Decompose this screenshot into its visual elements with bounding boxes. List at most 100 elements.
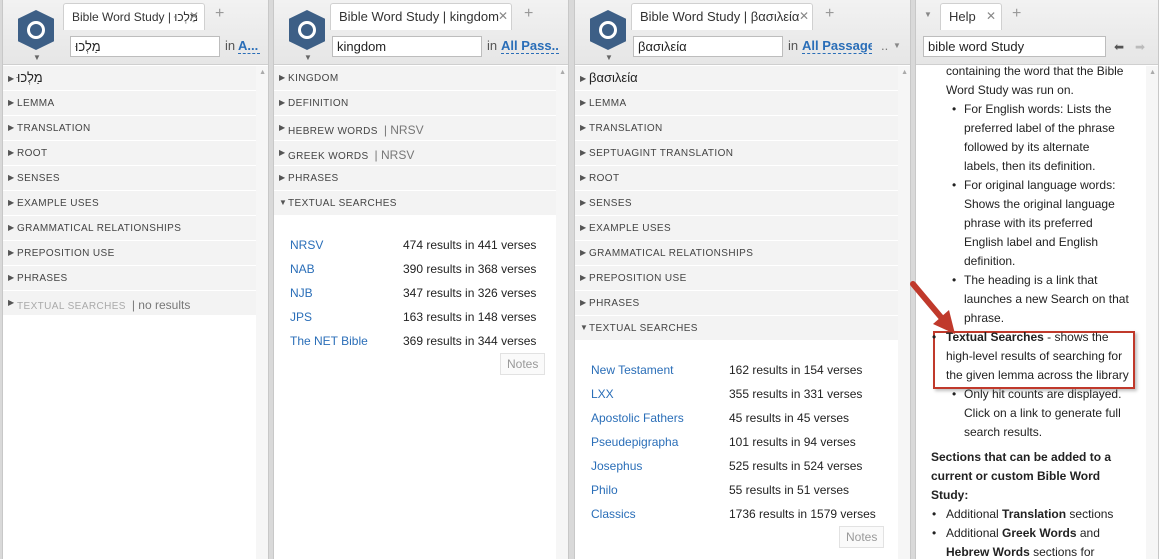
collapse-triangle-icon[interactable]: ▶	[8, 173, 15, 182]
add-tab-icon[interactable]: +	[825, 5, 834, 23]
section-header-phrases[interactable]: ▶ PHRASES	[3, 266, 268, 291]
logos-logo-icon[interactable]	[590, 10, 626, 50]
section-header-textual-searches[interactable]: ▶ TEXTUAL SEARCHES | no results	[3, 291, 268, 316]
section-header-textual-searches[interactable]: ▼ TEXTUAL SEARCHES	[575, 316, 910, 341]
section-header-root[interactable]: ▶ ROOT	[575, 166, 910, 191]
result-link[interactable]: Apostolic Fathers	[591, 411, 684, 425]
result-link[interactable]: New Testament	[591, 363, 673, 377]
section-header-kingdom[interactable]: ▶ KINGDOM	[274, 66, 568, 91]
collapse-triangle-icon[interactable]: ▶	[8, 198, 15, 207]
menu-caret-icon[interactable]: ▼	[33, 53, 41, 62]
section-header-translation[interactable]: ▶ TRANSLATION	[575, 116, 910, 141]
add-tab-icon[interactable]: +	[1012, 5, 1021, 23]
passage-range-dropdown[interactable]: All Passages	[802, 38, 872, 54]
result-link[interactable]: NRSV	[290, 238, 323, 252]
close-tab-icon[interactable]: ✕	[498, 9, 508, 23]
menu-caret-icon[interactable]: ▼	[605, 53, 613, 62]
collapse-triangle-icon[interactable]: ▶	[580, 223, 587, 232]
expand-triangle-icon[interactable]: ▼	[279, 198, 287, 207]
add-tab-icon[interactable]: +	[215, 5, 224, 23]
notes-button[interactable]: Notes	[839, 526, 885, 548]
section-header-example-uses[interactable]: ▶ EXAMPLE USES	[3, 191, 268, 216]
section-header-translation[interactable]: ▶ TRANSLATION	[3, 116, 268, 141]
menu-caret-icon[interactable]: ▼	[304, 53, 312, 62]
result-link[interactable]: Classics	[591, 507, 636, 521]
section-header-hebrew-words[interactable]: ▶ HEBREW WORDS | NRSV	[274, 116, 568, 141]
scroll-up-icon[interactable]: ▲	[559, 69, 566, 76]
back-arrow-icon[interactable]: ⬅	[1114, 40, 1124, 54]
result-link[interactable]: Josephus	[591, 459, 642, 473]
collapse-triangle-icon[interactable]: ▶	[580, 74, 586, 83]
collapse-triangle-icon[interactable]: ▶	[8, 148, 15, 157]
passage-range-dropdown[interactable]: A...	[238, 38, 260, 54]
close-tab-icon[interactable]: ✕	[986, 9, 996, 23]
tab-bible-word-study-basileia[interactable]: Bible Word Study | βασιλεία	[631, 3, 813, 30]
collapse-triangle-icon[interactable]: ▶	[8, 298, 15, 307]
section-header-definition[interactable]: ▶ DEFINITION	[274, 91, 568, 116]
close-tab-icon[interactable]: ✕	[799, 9, 809, 23]
result-link[interactable]: LXX	[591, 387, 614, 401]
collapse-triangle-icon[interactable]: ▶	[580, 98, 587, 107]
chevron-down-icon[interactable]: ▼	[893, 41, 901, 50]
collapse-triangle-icon[interactable]: ▶	[580, 273, 587, 282]
passage-range-dropdown[interactable]: All Pass...	[501, 38, 559, 54]
collapse-triangle-icon[interactable]: ▶	[8, 74, 14, 83]
section-header-septuagint-translation[interactable]: ▶ SEPTUAGINT TRANSLATION	[575, 141, 910, 166]
section-header-root[interactable]: ▶ ROOT	[3, 141, 268, 166]
section-header-lemma[interactable]: ▶ LEMMA	[575, 91, 910, 116]
section-header-phrases[interactable]: ▶ PHRASES	[274, 166, 568, 191]
collapse-triangle-icon[interactable]: ▶	[8, 273, 15, 282]
result-link[interactable]: NAB	[290, 262, 315, 276]
scrollbar[interactable]	[256, 66, 268, 559]
collapse-triangle-icon[interactable]: ▶	[279, 73, 286, 82]
result-link[interactable]: JPS	[290, 310, 312, 324]
collapse-triangle-icon[interactable]: ▶	[580, 148, 587, 157]
more-options[interactable]: ..	[881, 38, 888, 53]
collapse-triangle-icon[interactable]: ▶	[8, 248, 15, 257]
section-header-senses[interactable]: ▶ SENSES	[3, 166, 268, 191]
section-header-grammatical-relationships[interactable]: ▶ GRAMMATICAL RELATIONSHIPS	[575, 241, 910, 266]
collapse-triangle-icon[interactable]: ▶	[279, 123, 286, 132]
collapse-triangle-icon[interactable]: ▶	[8, 223, 15, 232]
scroll-up-icon[interactable]: ▲	[901, 69, 908, 76]
collapse-triangle-icon[interactable]: ▶	[580, 123, 587, 132]
section-header-lemma[interactable]: ▶ βασιλεία	[575, 66, 910, 91]
result-link[interactable]: The NET Bible	[290, 334, 368, 348]
section-header-grammatical-relationships[interactable]: ▶ GRAMMATICAL RELATIONSHIPS	[3, 216, 268, 241]
search-input[interactable]	[332, 36, 482, 57]
collapse-triangle-icon[interactable]: ▶	[580, 248, 587, 257]
tab-bible-word-study-hebrew[interactable]: Bible Word Study | מַלְכוּ	[63, 3, 205, 30]
search-input[interactable]	[633, 36, 783, 57]
section-header-preposition-use[interactable]: ▶ PREPOSITION USE	[3, 241, 268, 266]
panel-menu-icon[interactable]: ▼	[924, 10, 932, 19]
collapse-triangle-icon[interactable]: ▶	[279, 173, 286, 182]
collapse-triangle-icon[interactable]: ▶	[580, 173, 587, 182]
logos-logo-icon[interactable]	[18, 10, 54, 50]
result-link[interactable]: Pseudepigrapha	[591, 435, 678, 449]
scroll-up-icon[interactable]: ▲	[259, 69, 266, 76]
result-link[interactable]: NJB	[290, 286, 313, 300]
help-search-input[interactable]	[923, 36, 1106, 57]
tab-bible-word-study-kingdom[interactable]: Bible Word Study | kingdom	[330, 3, 512, 30]
section-header-textual-searches[interactable]: ▼ TEXTUAL SEARCHES	[274, 191, 568, 216]
collapse-triangle-icon[interactable]: ▶	[8, 123, 15, 132]
scrollbar[interactable]	[1146, 66, 1158, 559]
section-header-lemma[interactable]: ▶ LEMMA	[3, 91, 268, 116]
expand-triangle-icon[interactable]: ▼	[580, 323, 588, 332]
result-link[interactable]: Philo	[591, 483, 618, 497]
scroll-up-icon[interactable]: ▲	[1149, 69, 1156, 76]
scrollbar[interactable]	[556, 66, 568, 559]
section-header-preposition-use[interactable]: ▶ PREPOSITION USE	[575, 266, 910, 291]
notes-button[interactable]: Notes	[500, 353, 546, 375]
collapse-triangle-icon[interactable]: ▶	[8, 98, 15, 107]
logos-logo-icon[interactable]	[289, 10, 325, 50]
collapse-triangle-icon[interactable]: ▶	[580, 198, 587, 207]
collapse-triangle-icon[interactable]: ▶	[279, 148, 286, 157]
section-header-senses[interactable]: ▶ SENSES	[575, 191, 910, 216]
section-header-phrases[interactable]: ▶ PHRASES	[575, 291, 910, 316]
add-tab-icon[interactable]: +	[524, 5, 533, 23]
section-header-greek-words[interactable]: ▶ GREEK WORDS | NRSV	[274, 141, 568, 166]
section-header-lemma[interactable]: ▶ מַלְכוּ	[3, 66, 268, 91]
forward-arrow-icon[interactable]: ➡	[1135, 40, 1145, 54]
section-header-example-uses[interactable]: ▶ EXAMPLE USES	[575, 216, 910, 241]
